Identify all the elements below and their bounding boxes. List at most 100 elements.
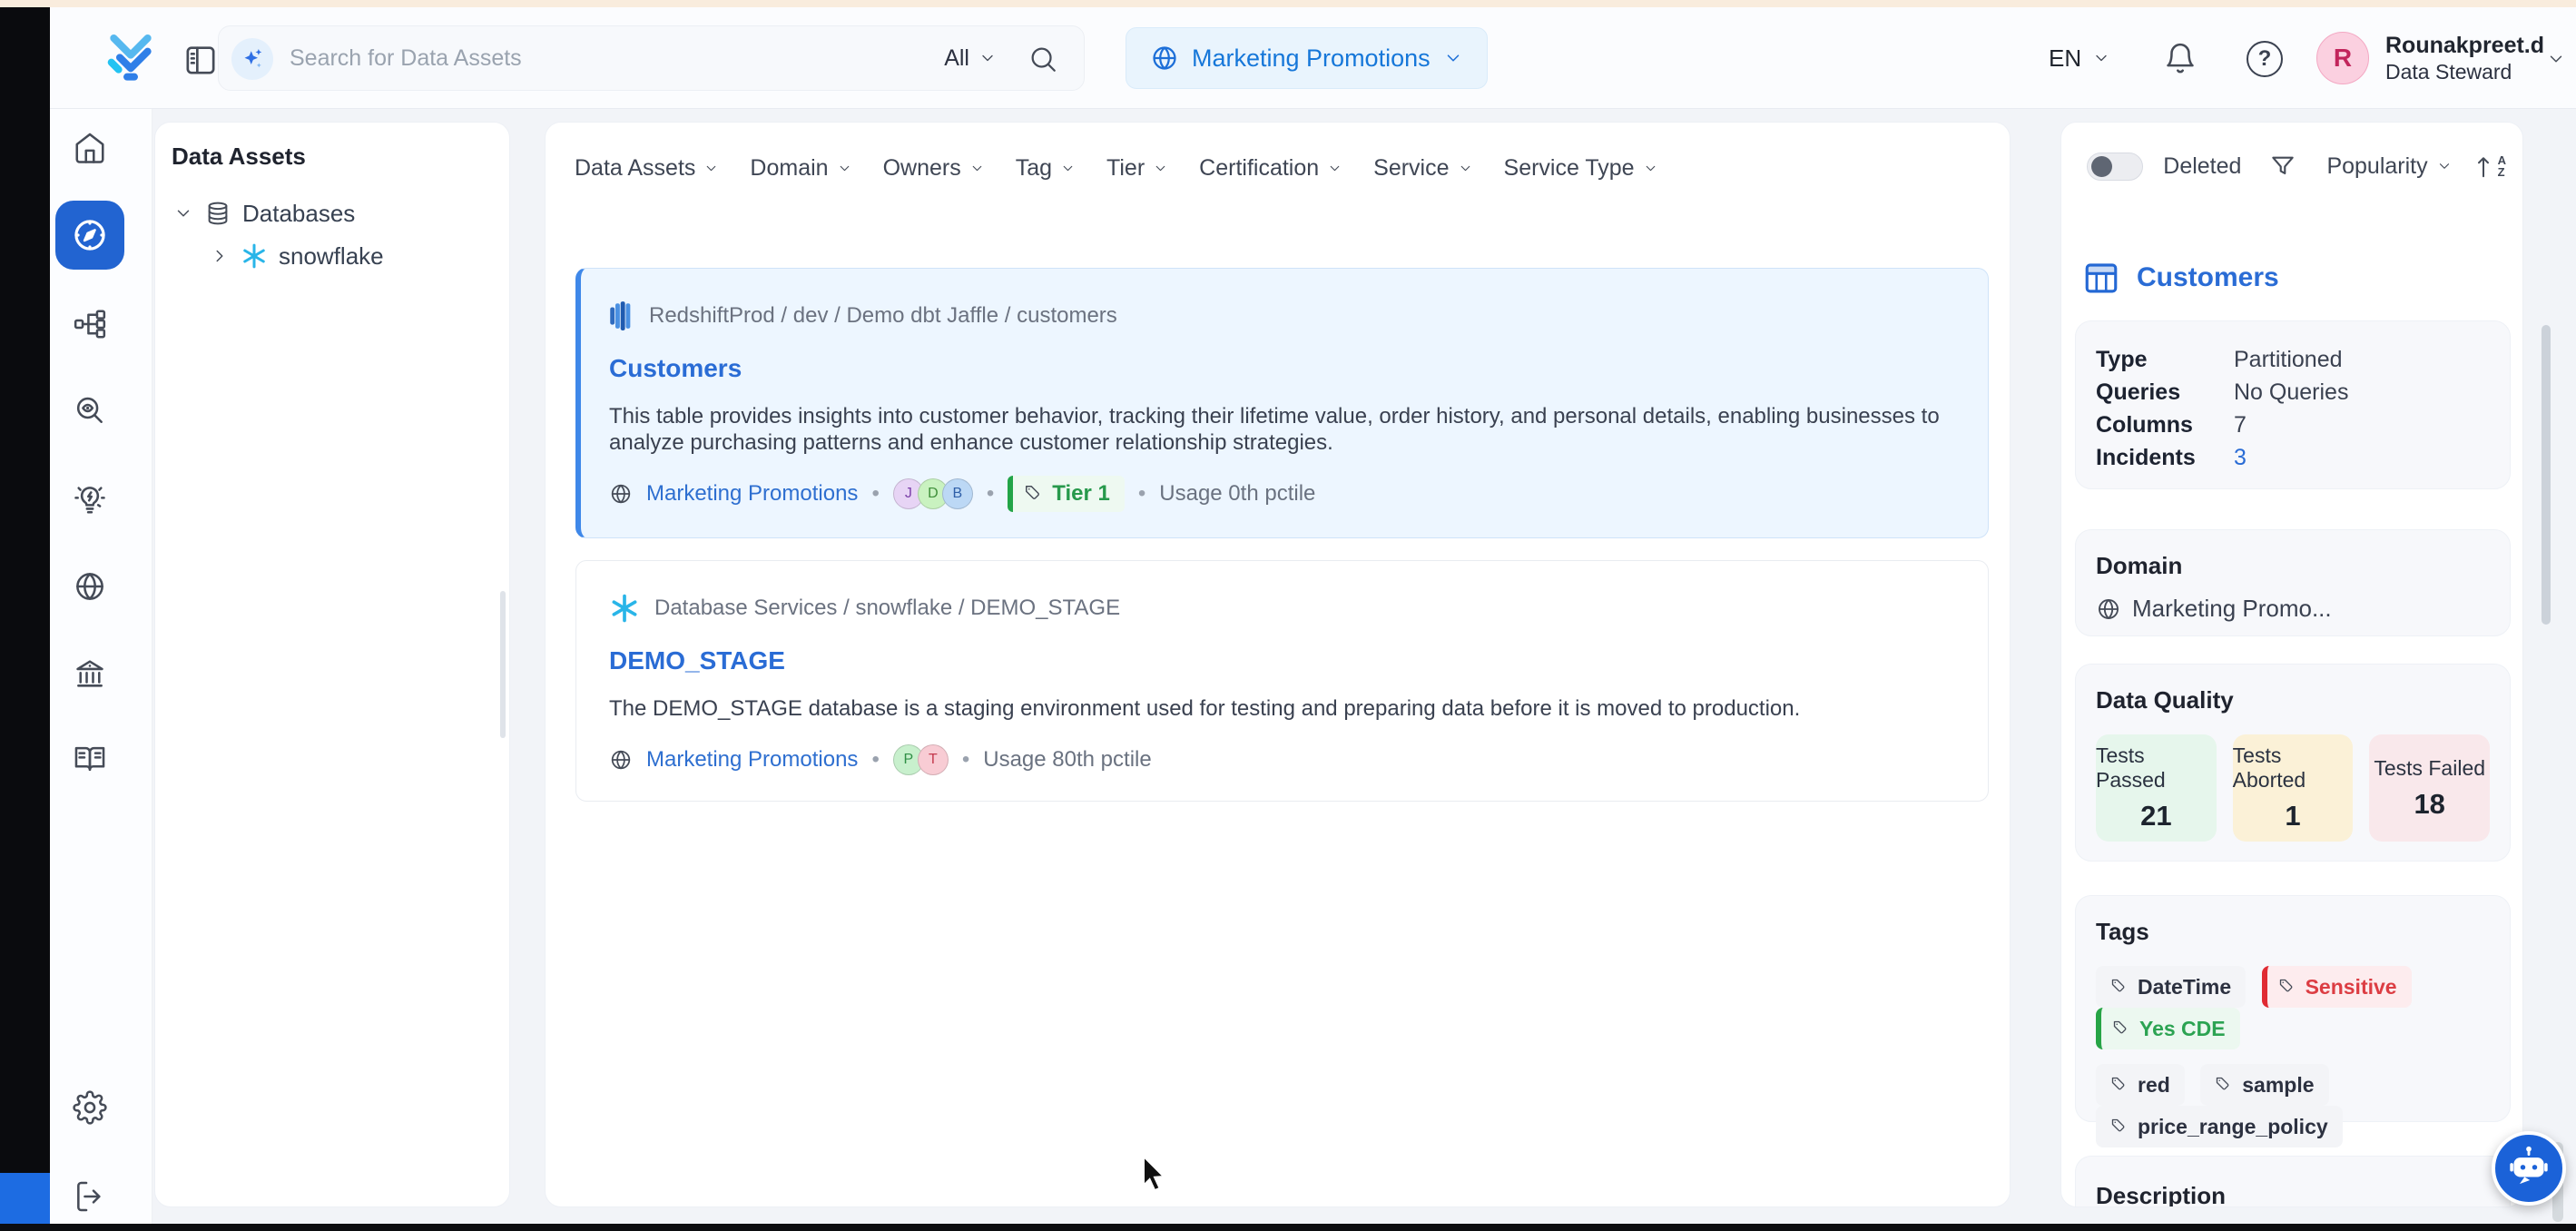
search-icon[interactable]: [1027, 44, 1058, 74]
tree-scrollbar[interactable]: [500, 591, 506, 738]
database-icon: [204, 200, 231, 227]
chatbot-button[interactable]: [2492, 1131, 2566, 1206]
search-input[interactable]: [290, 26, 798, 90]
tag-chip[interactable]: DateTime: [2096, 966, 2246, 1008]
chevron-down-icon: [2436, 158, 2453, 174]
ai-sparkle-icon[interactable]: [231, 38, 273, 80]
chevron-down-icon: [1153, 161, 1168, 176]
description-heading: Description: [2096, 1182, 2490, 1207]
chevron-down-icon: [969, 161, 985, 176]
tag-chip[interactable]: Sensitive: [2262, 966, 2412, 1008]
details-title-link[interactable]: Customers: [2137, 262, 2279, 293]
sidebar-item-observability-icon[interactable]: [72, 393, 108, 429]
owner-avatars[interactable]: J D B: [893, 478, 973, 509]
domain-selector[interactable]: Marketing Promotions: [1126, 27, 1488, 89]
asset-card-demo-stage[interactable]: Database Services / snowflake / DEMO_STA…: [575, 560, 1989, 802]
language-label: EN: [2049, 44, 2081, 73]
filter-data-assets[interactable]: Data Assets: [575, 155, 719, 182]
sidebar-item-explore-active[interactable]: [55, 201, 124, 270]
filter-tag[interactable]: Tag: [1016, 155, 1076, 182]
usage-percentile: Usage 80th pctile: [983, 747, 1151, 773]
details-header: Customers: [2082, 259, 2279, 297]
asset-description: The DEMO_STAGE database is a staging env…: [609, 695, 1952, 722]
globe-icon: [609, 482, 633, 506]
tag-chip[interactable]: red: [2096, 1064, 2185, 1106]
sidebar-item-lineage-icon[interactable]: [72, 306, 108, 342]
sidebar-collapse-icon[interactable]: [182, 42, 219, 78]
sidebar-item-glossary-book-icon[interactable]: [72, 741, 108, 777]
sort-field-dropdown[interactable]: Popularity: [2326, 153, 2452, 180]
tier-badge[interactable]: Tier 1: [1008, 476, 1125, 512]
user-role: Data Steward: [2385, 59, 2544, 84]
tag-icon: [2215, 1076, 2233, 1094]
incidents-count-link[interactable]: 3: [2234, 445, 2247, 471]
chevron-down-icon: [1443, 48, 1463, 68]
deleted-toggle-label: Deleted: [2163, 153, 2241, 180]
domain-value[interactable]: Marketing Promo...: [2132, 595, 2332, 623]
filter-service-type[interactable]: Service Type: [1504, 155, 1658, 182]
tag-chip[interactable]: sample: [2200, 1064, 2328, 1106]
user-menu-chevron-icon[interactable]: [2546, 49, 2566, 69]
sort-direction-button[interactable]: AZ: [2473, 153, 2506, 180]
sidebar-item-home-icon[interactable]: [72, 130, 108, 166]
left-blue-square: [0, 1173, 50, 1224]
tree-node-databases[interactable]: Databases: [173, 195, 355, 231]
stat-tests-failed: Tests Failed 18: [2369, 734, 2490, 842]
help-icon[interactable]: ?: [2247, 41, 2283, 77]
sidebar-item-insights-icon[interactable]: [72, 481, 108, 517]
card-domain-link[interactable]: Marketing Promotions: [646, 747, 858, 773]
sidebar-item-domains-globe-icon[interactable]: [72, 568, 108, 605]
chevron-down-icon: [2092, 49, 2110, 67]
language-dropdown[interactable]: EN: [2049, 7, 2110, 109]
asset-description: This table provides insights into custom…: [609, 403, 1952, 456]
asset-card-customers[interactable]: RedshiftProd / dev / Demo dbt Jaffle / c…: [575, 268, 1989, 538]
data-assets-panel: Data Assets Databases snowflake: [154, 122, 510, 1207]
info-row-type: Type Partitioned: [2096, 343, 2490, 376]
filter-domain[interactable]: Domain: [750, 155, 851, 182]
search-scope-dropdown[interactable]: All: [944, 26, 997, 90]
chevron-down-icon: [837, 161, 852, 176]
tag-chip[interactable]: price_range_policy: [2096, 1106, 2343, 1147]
logout-icon[interactable]: [72, 1178, 108, 1215]
global-search[interactable]: All: [218, 25, 1085, 91]
tag-icon: [2278, 978, 2296, 996]
details-scrollbar[interactable]: [2542, 325, 2551, 625]
card-domain-link[interactable]: Marketing Promotions: [646, 481, 858, 507]
filter-funnel-icon[interactable]: [2268, 152, 2297, 181]
chevron-down-icon: [1060, 161, 1076, 176]
explore-compass-icon: [71, 216, 109, 254]
sidebar-item-govern-bank-icon[interactable]: [72, 655, 108, 692]
avatar[interactable]: R: [2316, 32, 2369, 84]
filter-owners[interactable]: Owners: [883, 155, 985, 182]
settings-gear-icon[interactable]: [72, 1089, 108, 1126]
asset-title-link[interactable]: DEMO_STAGE: [609, 646, 1955, 675]
robot-icon: [2505, 1145, 2552, 1192]
tag-chip[interactable]: Yes CDE: [2096, 1008, 2240, 1049]
owner-avatars[interactable]: P T: [893, 744, 949, 775]
openmetadata-logo[interactable]: [102, 27, 160, 85]
deleted-toggle[interactable]: [2087, 153, 2143, 181]
snowflake-icon: [609, 593, 640, 624]
icon-sidebar: [50, 109, 152, 1224]
stat-tests-passed: Tests Passed 21: [2096, 734, 2217, 842]
notifications-bell-icon[interactable]: [2163, 42, 2197, 76]
asset-title-link[interactable]: Customers: [609, 354, 1955, 383]
domain-section: Domain Marketing Promo...: [2075, 529, 2511, 636]
tag-icon: [2112, 1019, 2130, 1038]
filter-tier[interactable]: Tier: [1106, 155, 1168, 182]
tags-heading: Tags: [2096, 918, 2490, 946]
tag-icon: [2110, 1076, 2129, 1094]
data-quality-section: Data Quality Tests Passed 21 Tests Abort…: [2075, 664, 2511, 862]
tree-node-snowflake[interactable]: snowflake: [210, 238, 384, 274]
filter-certification[interactable]: Certification: [1199, 155, 1342, 182]
user-name: Rounakpreet.d: [2385, 32, 2544, 59]
chevron-down-icon: [703, 161, 719, 176]
arrow-up-icon: [2473, 153, 2494, 180]
info-row-columns: Columns 7: [2096, 409, 2490, 441]
filter-service[interactable]: Service: [1373, 155, 1472, 182]
filter-bar: Data Assets Domain Owners Tag Tier Certi…: [575, 143, 1658, 193]
description-section: Description: [2075, 1156, 2511, 1207]
globe-icon: [609, 748, 633, 772]
tree-panel-title: Data Assets: [172, 143, 306, 171]
user-menu[interactable]: R Rounakpreet.d Data Steward: [2316, 32, 2544, 84]
